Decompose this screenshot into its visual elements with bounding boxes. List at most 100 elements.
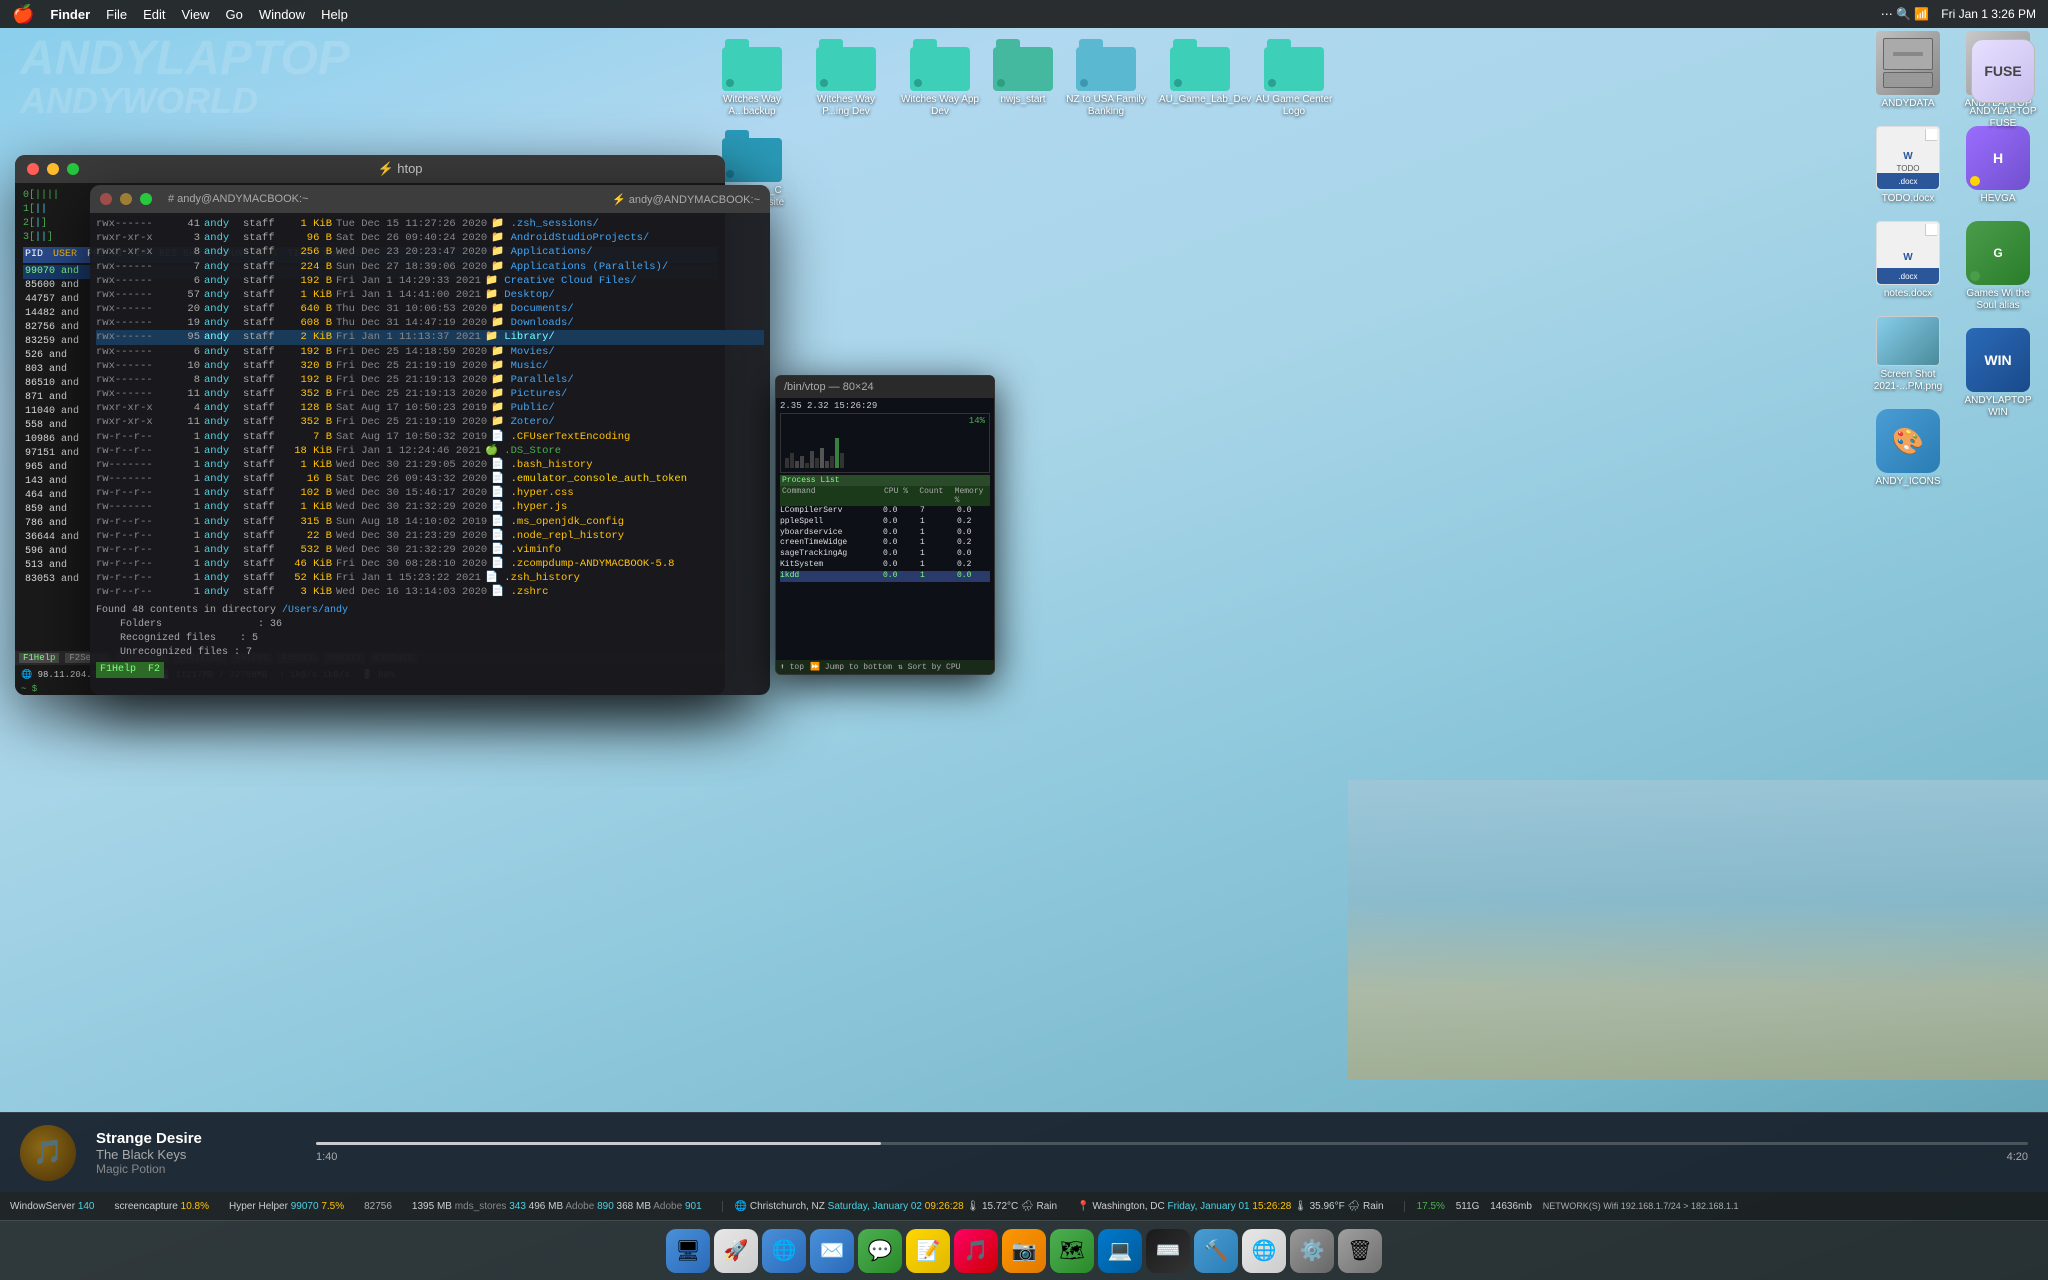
htop-titlebar: ⚡ htop [15,155,725,183]
icon-todo-docx[interactable]: W TODO .docx TODO.docx [1863,123,1953,208]
menu-go[interactable]: Go [225,7,242,22]
folder-au-game-lab[interactable]: AU_Game_Lab_Dev [1156,36,1244,121]
desktop: ANDYLAPTOP ANDYWORLD Witches Way A...bac… [0,0,2048,1280]
status-mem: 82756 [364,1201,392,1212]
vtop-cpu: 14% [969,416,985,426]
folder-banking[interactable]: NZ to USA Family Banking [1062,36,1150,121]
dock-trash[interactable]: 🗑 [1338,1229,1382,1273]
apple-menu[interactable]: 🍎 [12,4,34,25]
folder-witches-backup[interactable]: Witches Way A...backup [708,36,796,121]
dock-messages[interactable]: 💬 [858,1229,902,1273]
artist-name: The Black Keys [96,1147,296,1162]
icon-label: notes.docx [1884,288,1932,300]
vtop-col-cmd: Command [782,487,882,505]
desktop-folders-row: Witches Way A...backup Witches Way P...i… [700,28,1400,220]
status-hyper: Hyper Helper 99070 7.5% [229,1201,344,1212]
vtop-stats: 2.35 2.32 15:26:29 [780,401,990,411]
progress-bar-fill [316,1142,881,1145]
menu-view[interactable]: View [182,7,210,22]
icon-label: ANDYLAPTOP FUSE [1969,106,2037,130]
folder-witches-paging[interactable]: Witches Way P...ing Dev [802,36,890,121]
dock-vscode[interactable]: 💻 [1098,1229,1142,1273]
dock: 🖥 🚀 🌐 ✉️ 💬 📝 🎵 📷 🗺 💻 ⌨️ 🔨 🌐 ⚙️ 🗑 [0,1220,2048,1280]
icon-screenshot[interactable]: Screen Shot 2021-...PM.png [1863,313,1953,396]
dock-finder[interactable]: 🖥 [666,1229,710,1273]
menubar: 🍎 Finder File Edit View Go Window Help ⋯… [0,0,2048,28]
folder-label: NZ to USA Family Banking [1065,94,1147,118]
dock-xcode[interactable]: 🔨 [1194,1229,1238,1273]
minimize-button[interactable] [120,193,132,205]
dock-safari[interactable]: 🌐 [762,1229,806,1273]
vtop-bottom: ⬆ top ⏩ Jump to bottom ⇅ Sort by CPU [776,660,994,674]
progress-bar-background [316,1142,2028,1145]
vtop-window: /bin/vtop — 80×24 2.35 2.32 15:26:29 14% [775,375,995,675]
status-size1: 1395 MB mds_stores 343 496 MB Adobe 890 … [412,1201,702,1212]
dock-launchpad[interactable]: 🚀 [714,1229,758,1273]
album-name: Magic Potion [96,1162,296,1176]
dock-mail[interactable]: ✉️ [810,1229,854,1273]
folder-nwjs[interactable]: nwjs_start [990,36,1056,121]
dock-notes[interactable]: 📝 [906,1229,950,1273]
terminal2-title2: ⚡ andy@ANDYMACBOOK:~ [612,193,760,206]
vtop-col-cpu: CPU % [884,487,917,505]
icon-label: Screen Shot 2021-...PM.png [1867,369,1949,393]
menubar-datetime: Fri Jan 1 3:26 PM [1941,7,2036,21]
folder-label: Witches Way App Dev [899,94,981,118]
dock-chrome[interactable]: 🌐 [1242,1229,1286,1273]
folder-label: Witches Way P...ing Dev [805,94,887,118]
status-network: 17.5% 511G 14636mb NETWORK(S) Wifi 192.1… [1404,1201,2038,1212]
vtop-titlebar: /bin/vtop — 80×24 [776,376,994,398]
menu-finder[interactable]: Finder [50,7,90,22]
music-player: 🎵 Strange Desire The Black Keys Magic Po… [0,1112,2048,1192]
icon-andy-icons[interactable]: 🎨 ANDY_ICONS [1863,406,1953,491]
maximize-button[interactable] [140,193,152,205]
icon-andylaptop-win[interactable]: WIN ANDYLAPTOP WIN [1953,325,2043,422]
status-location: 🌐 Christchurch, NZ Saturday, January 02 … [722,1201,1057,1212]
progress-area[interactable]: 1:40 4:20 [316,1142,2028,1163]
menu-file[interactable]: File [106,7,127,22]
folder-label: AU_Game_Lab_Dev [1159,94,1241,106]
vtop-col-count: Count [919,487,952,505]
terminal2-title: # andy@ANDYMACBOOK:~ [168,193,308,205]
icon-andydata[interactable]: ANDYDATA [1863,28,1953,113]
icon-notes-docx[interactable]: W .docx notes.docx [1863,218,1953,303]
status-location2: 📍 Washington, DC Friday, January 01 15:2… [1077,1201,1384,1212]
song-title: Strange Desire [96,1130,296,1147]
maximize-button[interactable] [67,163,79,175]
minimize-button[interactable] [47,163,59,175]
icon-games-soul[interactable]: G Games Wi the Soul alias [1953,218,2043,315]
icon-fuse[interactable]: FUSE ANDYLAPTOP FUSE [1966,36,2040,133]
icon-label: TODO.docx [1882,193,1935,205]
summary-line: Found 48 contents in directory /Users/an… [96,604,764,618]
folder-witches-appdev[interactable]: Witches Way App Dev [896,36,984,121]
logo-text-2: ANDYWORLD [20,83,350,119]
terminal2-titlebar: # andy@ANDYMACBOOK:~ ⚡ andy@ANDYMACBOOK:… [90,185,770,213]
folder-label: Witches Way A...backup [711,94,793,118]
total-time: 4:20 [2007,1151,2028,1163]
status-screencapture: screencapture 10.8% [115,1201,210,1212]
dock-photos[interactable]: 📷 [1002,1229,1046,1273]
time-info: 1:40 4:20 [316,1151,2028,1163]
background-pier [1348,780,2048,1080]
menu-edit[interactable]: Edit [143,7,165,22]
icon-label: ANDYLAPTOP WIN [1957,395,2039,419]
menu-window[interactable]: Window [259,7,305,22]
icon-label: ANDYDATA [1882,98,1935,110]
icon-label: HEVGA [1980,193,2015,205]
menu-help[interactable]: Help [321,7,348,22]
menubar-icons: ⋯ 🔍 📶 [1881,7,1930,21]
folder-au-game-center[interactable]: AU Game Center Logo [1250,36,1338,121]
dock-settings[interactable]: ⚙️ [1290,1229,1334,1273]
dock-terminal[interactable]: ⌨️ [1146,1229,1190,1273]
dock-music[interactable]: 🎵 [954,1229,998,1273]
logo-area: ANDYLAPTOP ANDYWORLD [20,35,350,119]
folder-label: AU Game Center Logo [1253,94,1335,118]
logo-text-1: ANDYLAPTOP [20,35,350,83]
status-windowserver: WindowServer 140 [10,1201,95,1212]
dock-maps[interactable]: 🗺 [1050,1229,1094,1273]
album-art: 🎵 [20,1125,76,1181]
icon-label: ANDY_ICONS [1875,476,1940,488]
folder-label: nwjs_start [1000,94,1045,106]
close-button[interactable] [27,163,39,175]
close-button[interactable] [100,193,112,205]
